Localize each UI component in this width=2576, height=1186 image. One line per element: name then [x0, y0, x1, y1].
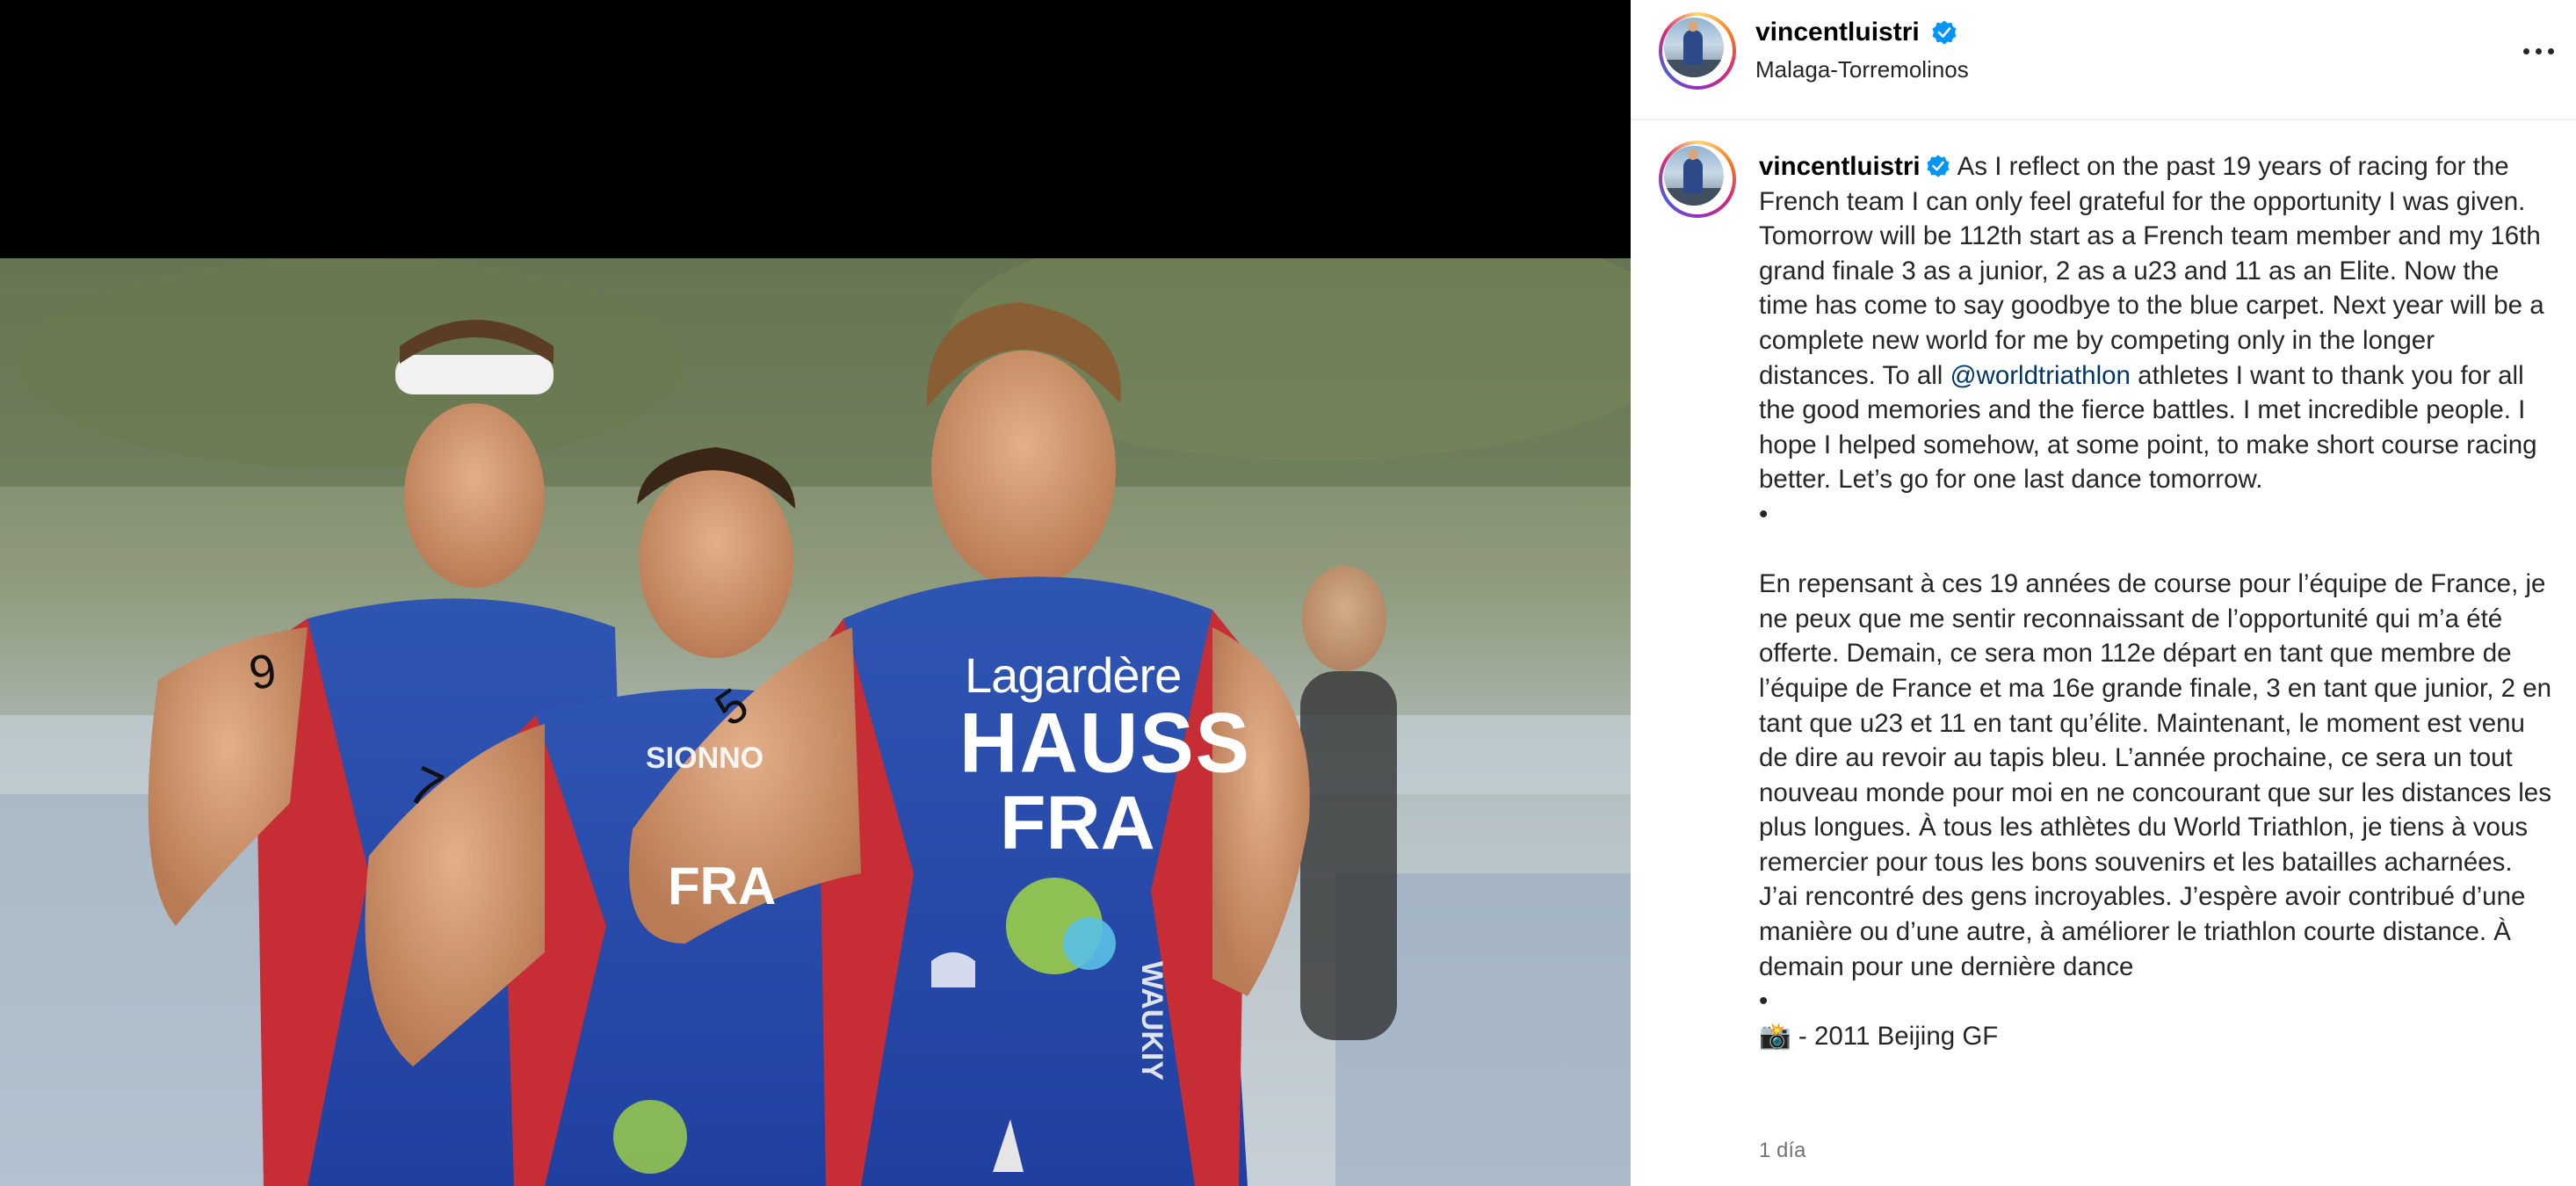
caption-text-french: En repensant à ces 19 années de course p… [1759, 569, 2552, 981]
verified-badge-icon [1932, 20, 1957, 45]
avatar-image [1664, 146, 1724, 206]
left-jersey-country-text: FRA [668, 857, 777, 915]
header-username[interactable]: vincentluistri [1755, 18, 1920, 47]
triathlon-runners-photo [0, 258, 1631, 1186]
post-details-panel: vincentluistri Malaga-Torremolinos vince… [1631, 0, 2576, 1186]
caption-bullet: • [1759, 987, 1769, 1016]
caption-avatar[interactable] [1659, 141, 1736, 218]
post-timestamp[interactable]: 1 día [1759, 1139, 1805, 1163]
caption-text-english: As I reflect on the past 19 years of rac… [1759, 152, 2544, 390]
post-caption: vincentluistri As I reflect on the past 1… [1759, 149, 2555, 1053]
post-viewer: Lagardère HAUSS FRA FRA SIONNO WAUKIY 9 … [0, 0, 2576, 1186]
post-media: Lagardère HAUSS FRA FRA SIONNO WAUKIY 9 … [0, 0, 1631, 1186]
post-header: vincentluistri Malaga-Torremolinos [1631, 0, 2576, 120]
caption-bullet: • [1759, 499, 1769, 529]
jersey-country-text: FRA [1000, 781, 1155, 865]
verified-badge-icon [1927, 155, 1950, 177]
avatar-image [1664, 18, 1724, 77]
avatar[interactable] [1659, 12, 1736, 90]
caption-username[interactable]: vincentluistri [1759, 152, 1921, 181]
post-location[interactable]: Malaga-Torremolinos [1755, 56, 1969, 83]
mention-link[interactable]: @worldtriathlon [1950, 361, 2131, 390]
more-options-icon[interactable] [2522, 35, 2557, 67]
photo-credit: 📸 - 2011 Beijing GF [1759, 1021, 1999, 1051]
jersey-partial-text: WAUKIY [1135, 961, 1169, 1081]
post-photo[interactable]: Lagardère HAUSS FRA FRA SIONNO WAUKIY 9 … [0, 258, 1631, 1186]
jersey-name-text: HAUSS [959, 696, 1252, 791]
jersey-partial-text: SIONNO [646, 741, 764, 775]
